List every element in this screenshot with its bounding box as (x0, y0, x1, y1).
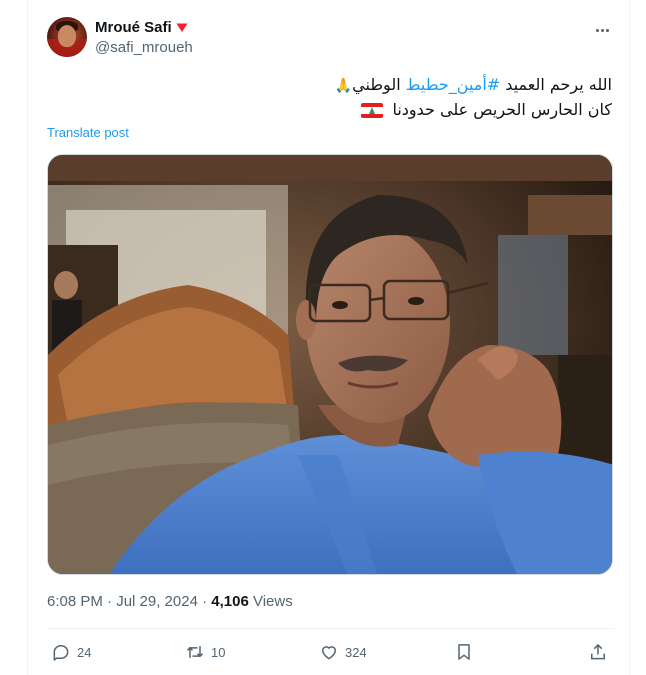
heart-outline-icon (322, 646, 336, 660)
author-info: Mroué Safi @safi_mroueh (95, 18, 193, 58)
share-button[interactable] (588, 639, 608, 665)
views-count: 4,106 (211, 593, 249, 610)
author-display-name-row[interactable]: Mroué Safi (95, 18, 193, 37)
divider (47, 628, 615, 629)
repost-icon (186, 646, 204, 658)
author-display-name[interactable]: Mroué Safi (95, 18, 172, 37)
heart-icon (176, 23, 188, 32)
bookmark-button[interactable] (454, 639, 474, 665)
author-handle[interactable]: @safi_mroueh (95, 38, 193, 58)
timeline-border-left (27, 0, 28, 675)
translate-post-link[interactable]: Translate post (47, 125, 129, 140)
action-bar: 24 10 324 (47, 639, 615, 665)
timeline-border-right (629, 0, 630, 675)
tweet-header: Mroué Safi @safi_mroueh (47, 17, 615, 61)
lebanon-flag-icon (361, 103, 384, 118)
tweet-text-prefix: الله يرحم العميد (500, 75, 612, 94)
timestamp[interactable]: 6:08 PM · Jul 29, 2024 · (47, 593, 211, 610)
tweet-text-line-1: الله يرحم العميد #أمين_حطيط الوطني🙏 (52, 73, 612, 98)
hashtag-link[interactable]: #أمين_حطيط (406, 75, 500, 94)
reply-count: 24 (77, 644, 92, 660)
avatar[interactable] (47, 17, 87, 57)
tweet-text-line-2: كان الحارس الحريص على حدودنا (52, 98, 612, 122)
tweet-photo[interactable] (47, 154, 613, 575)
bookmark-icon (458, 644, 470, 660)
tweet-metadata: 6:08 PM · Jul 29, 2024 · 4,106 Views (47, 593, 293, 610)
reply-button[interactable]: 24 (51, 639, 91, 665)
like-button[interactable]: 324 (319, 639, 367, 665)
share-icon (591, 643, 605, 660)
views-label: Views (248, 593, 293, 610)
repost-button[interactable]: 10 (185, 639, 225, 665)
like-count: 324 (345, 644, 367, 660)
tweet-text-line-2-text: كان الحارس الحريص على حدودنا (392, 100, 612, 119)
portrait-image (48, 155, 612, 574)
tweet-text-suffix: الوطني (352, 75, 406, 94)
tweet-text: الله يرحم العميد #أمين_حطيط الوطني🙏 كان … (52, 73, 612, 122)
reply-icon (53, 645, 69, 661)
more-options-icon[interactable] (591, 20, 613, 40)
repost-count: 10 (211, 644, 226, 660)
folded-hands-icon: 🙏 (334, 78, 353, 94)
